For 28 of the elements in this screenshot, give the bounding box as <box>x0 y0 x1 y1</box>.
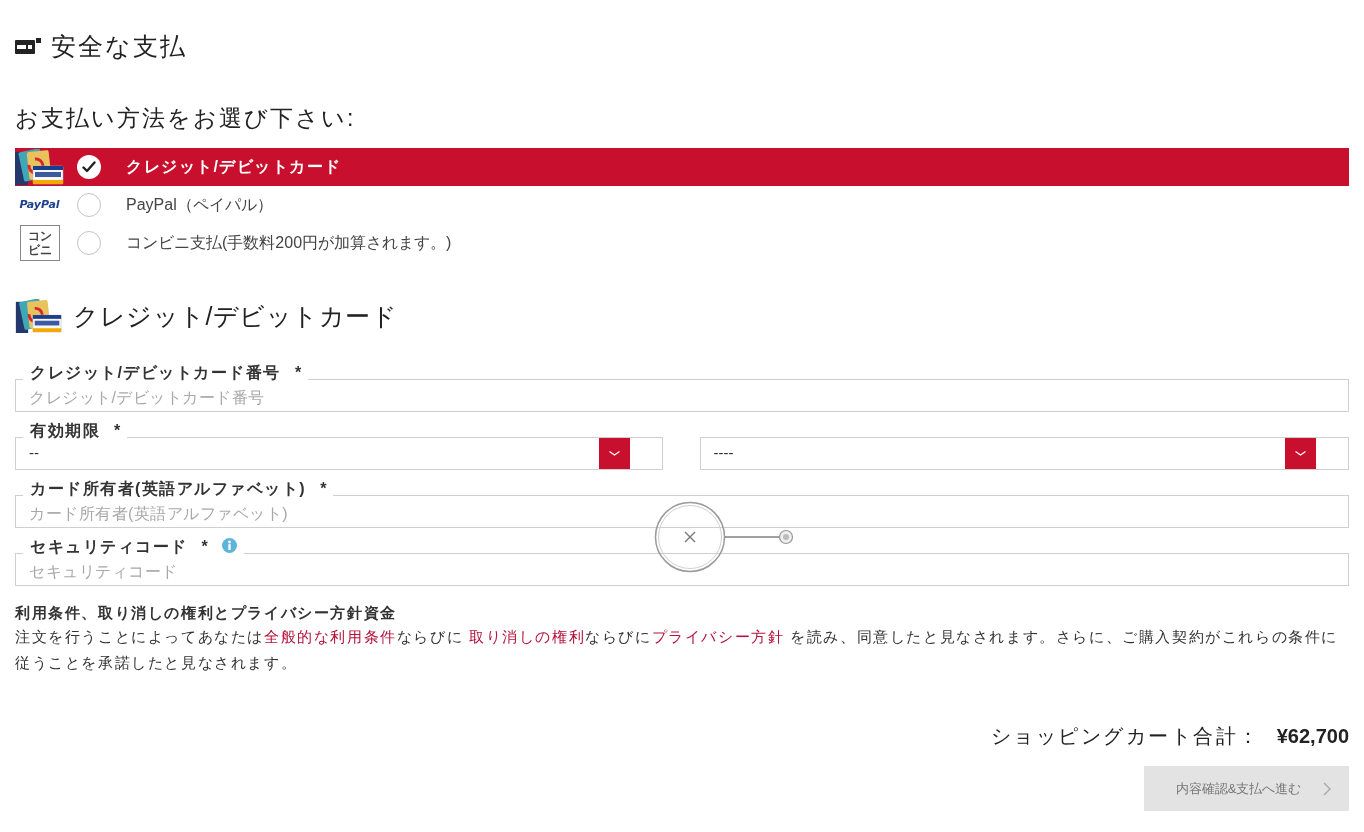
x-circle-handle-icon[interactable] <box>654 501 794 573</box>
radio-button[interactable] <box>77 231 101 255</box>
credit-card-icon <box>15 37 41 55</box>
section-title: クレジット/デビットカード <box>73 301 398 332</box>
terms-link[interactable]: 取り消しの権利 <box>469 628 586 645</box>
payment-option[interactable]: クレジット/デビットカード <box>15 148 1349 186</box>
terms-link[interactable]: プライバシー方針 <box>651 628 785 645</box>
info-icon[interactable] <box>221 537 237 553</box>
cart-total-label: ショッピングカート合計： <box>990 724 1261 749</box>
payment-method-prompt: お支払い方法をお選び下さい: <box>15 104 356 133</box>
chevron-right-icon <box>1323 781 1332 796</box>
check-icon <box>82 161 96 173</box>
konbini-logo: コン ビニ <box>19 225 60 261</box>
card-stack-icon <box>15 299 63 333</box>
terms-text: 注文を行うことによってあなたは全般的な利用条件ならびに 取り消しの権利ならびに プライバシー方針 を読み、同意したと見なされます。さらに、ご購入契約がこれらの条件に従うことを承諾したと見なされます。 <box>15 627 1339 673</box>
terms-title: 利用条件、取り消しの権利とプライバシー方針資金 <box>15 603 397 623</box>
terms-link[interactable]: 全般的な利用条件 <box>264 628 397 645</box>
radio-button[interactable] <box>77 155 101 179</box>
card-stack-icon <box>15 149 64 185</box>
payment-option-label: PayPal（ペイパル） <box>126 195 273 215</box>
page-title: 安全な支払 <box>51 31 187 62</box>
cart-total-amount: ¥62,700 <box>1276 724 1349 749</box>
radio-button[interactable] <box>77 193 101 217</box>
paypal-logo: PayPal <box>19 198 60 212</box>
dropdown-select[interactable]: ---- <box>699 437 1349 470</box>
payment-option-label: コンビニ支払(手数料200円が加算されます。) <box>126 233 452 253</box>
payment-option-label: クレジット/デビットカード <box>126 157 342 177</box>
chevron-down-icon[interactable] <box>598 438 630 469</box>
